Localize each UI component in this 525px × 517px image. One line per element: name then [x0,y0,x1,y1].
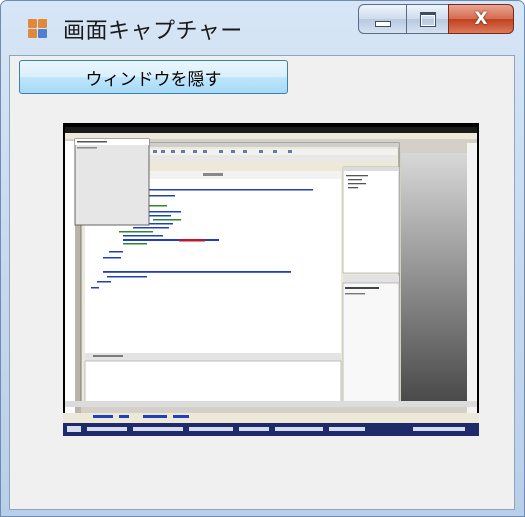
hide-window-button[interactable]: ウィンドウを隠す [19,60,288,94]
maximize-icon [419,11,436,27]
window-title: 画面キャプチャー [63,19,243,44]
minimize-icon [374,21,391,27]
screenshot-image [63,123,479,436]
title-bar[interactable]: 画面キャプチャー X [1,1,524,55]
close-icon: X [474,9,488,29]
minimize-button[interactable] [358,4,407,34]
captured-screen-thumbnail [63,123,479,436]
capture-window: 画面キャプチャー X ウィンドウを隠す [0,0,525,517]
app-window-icon[interactable] [28,19,48,39]
close-button[interactable]: X [448,4,514,34]
maximize-button[interactable] [406,4,449,34]
